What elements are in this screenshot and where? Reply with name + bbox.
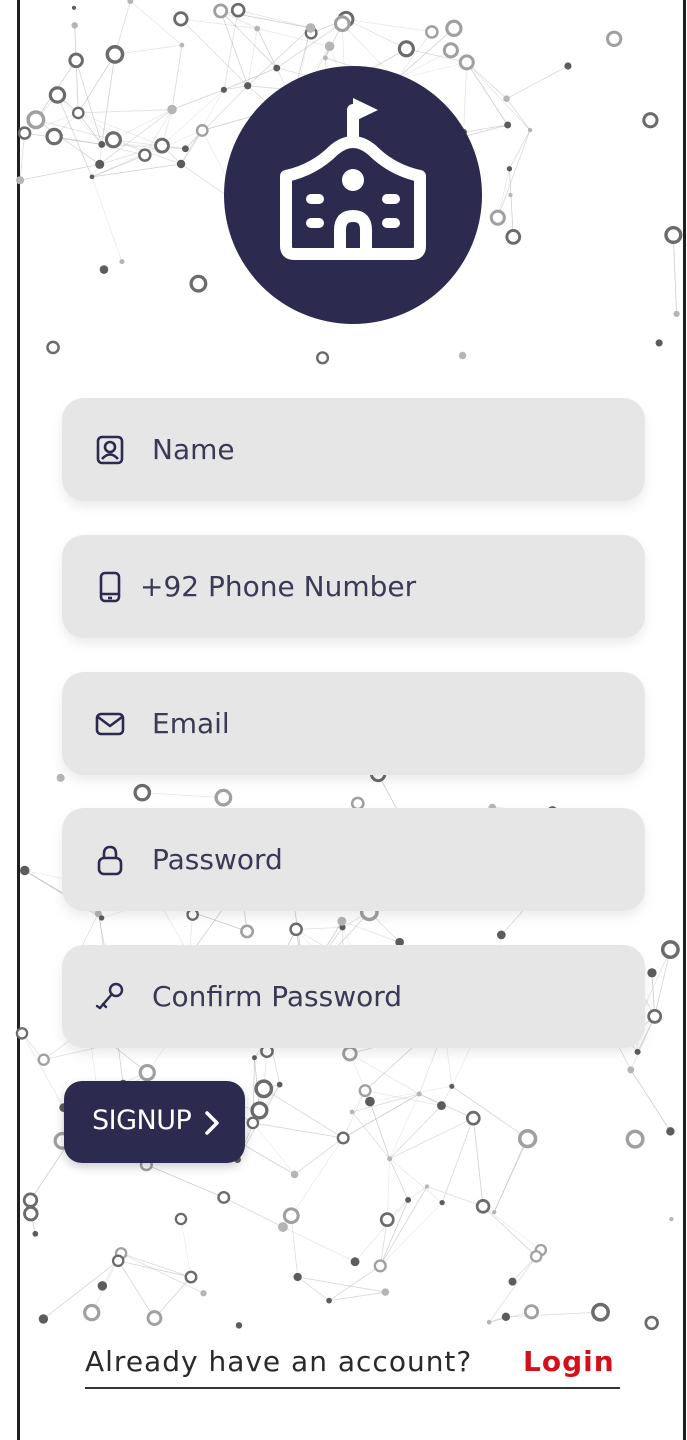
phone-field[interactable]: +92 Phone Number bbox=[62, 535, 645, 638]
signup-button[interactable]: SIGNUP bbox=[64, 1081, 245, 1163]
phone-prefix: +92 bbox=[140, 570, 200, 603]
email-field[interactable]: Email bbox=[62, 672, 645, 775]
confirm-password-field[interactable]: Confirm Password bbox=[62, 945, 645, 1048]
email-placeholder: Email bbox=[152, 707, 230, 740]
name-field[interactable]: Name bbox=[62, 398, 645, 501]
already-have-account-text: Already have an account? bbox=[85, 1345, 473, 1378]
app-logo bbox=[224, 66, 482, 324]
mobile-phone-icon bbox=[94, 571, 126, 603]
key-icon bbox=[94, 981, 126, 1013]
phone-placeholder: Phone Number bbox=[208, 570, 417, 603]
name-placeholder: Name bbox=[152, 433, 235, 466]
signup-label: SIGNUP bbox=[92, 1105, 192, 1136]
chevron-right-icon bbox=[205, 1111, 219, 1135]
login-link[interactable]: Login bbox=[523, 1343, 615, 1381]
user-card-icon bbox=[94, 434, 126, 466]
login-prompt: Already have an account? Login bbox=[85, 1343, 620, 1389]
lock-icon bbox=[94, 844, 126, 876]
school-building-icon bbox=[280, 98, 426, 260]
confirm-password-placeholder: Confirm Password bbox=[152, 980, 403, 1013]
password-field[interactable]: Password bbox=[62, 808, 645, 911]
password-placeholder: Password bbox=[152, 843, 283, 876]
signup-screen: Name +92 Phone Number Email Password Con… bbox=[0, 0, 687, 1440]
phone-input-text: +92 Phone Number bbox=[140, 565, 416, 609]
envelope-icon bbox=[94, 708, 126, 740]
